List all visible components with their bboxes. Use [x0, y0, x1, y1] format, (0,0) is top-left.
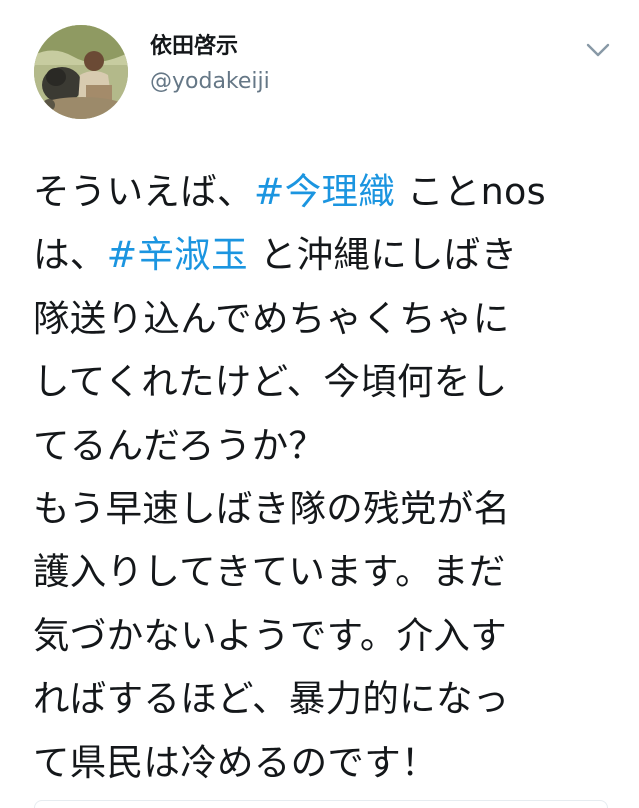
tweet-text-segment: してくれたけど、今頃何をし — [33, 360, 508, 404]
tweet-text-segment: 護入りしてきています。まだ — [33, 550, 506, 594]
chevron-down-icon[interactable] — [584, 40, 612, 60]
author-display-name[interactable]: 依田啓示 — [150, 34, 238, 60]
tweet: 依田啓示 @yodakeiji そういえば、#今理織 ことnos は、#辛淑玉 と… — [0, 0, 639, 808]
tweet-text-line: してくれたけど、今頃何をし — [33, 350, 613, 413]
profile-photo-icon — [34, 25, 128, 119]
tweet-header: 依田啓示 @yodakeiji — [0, 0, 639, 130]
tweet-text-segment: て県民は冷めるのです！ — [33, 740, 438, 784]
tweet-text-segment: ことnos — [395, 170, 546, 213]
tweet-text-line: 気づかないようです。介入す — [33, 604, 613, 667]
hashtag-link[interactable]: #今理織 — [254, 170, 395, 213]
tweet-text-line: 隊送り込んでめちゃくちゃに — [33, 287, 613, 350]
tweet-text-line: 護入りしてきています。まだ — [33, 540, 613, 603]
tweet-text-segment: 気づかないようです。介入す — [33, 613, 508, 657]
tweet-text-line: てるんだろうか？ — [33, 414, 613, 477]
tweet-text-segment: は、 — [33, 233, 107, 277]
tweet-text-segment: そういえば、 — [33, 170, 254, 213]
tweet-text-line: ればするほど、暴力的になっ — [33, 667, 613, 730]
tweet-text-line: て県民は冷めるのです！ — [33, 731, 613, 794]
tweet-text-segment: ればするほど、暴力的になっ — [33, 677, 510, 721]
tweet-text-segment: と沖縄にしばき — [247, 233, 518, 277]
tweet-text-segment: 隊送り込んでめちゃくちゃに — [33, 296, 510, 340]
tweet-text-segment: もう早速しばき隊の残党が名 — [33, 486, 511, 530]
tweet-text-segment: てるんだろうか？ — [33, 423, 326, 467]
avatar[interactable] — [34, 25, 128, 119]
hashtag-link[interactable]: #辛淑玉 — [107, 233, 248, 276]
tweet-text: そういえば、#今理織 ことnos は、#辛淑玉 と沖縄にしばき 隊送り込んでめちゃく… — [33, 160, 613, 794]
tweet-text-line: そういえば、#今理織 ことnos — [33, 160, 613, 223]
author-handle[interactable]: @yodakeiji — [150, 69, 270, 95]
tweet-text-line: もう早速しばき隊の残党が名 — [33, 477, 613, 540]
tweet-text-line: は、#辛淑玉 と沖縄にしばき — [33, 223, 613, 286]
